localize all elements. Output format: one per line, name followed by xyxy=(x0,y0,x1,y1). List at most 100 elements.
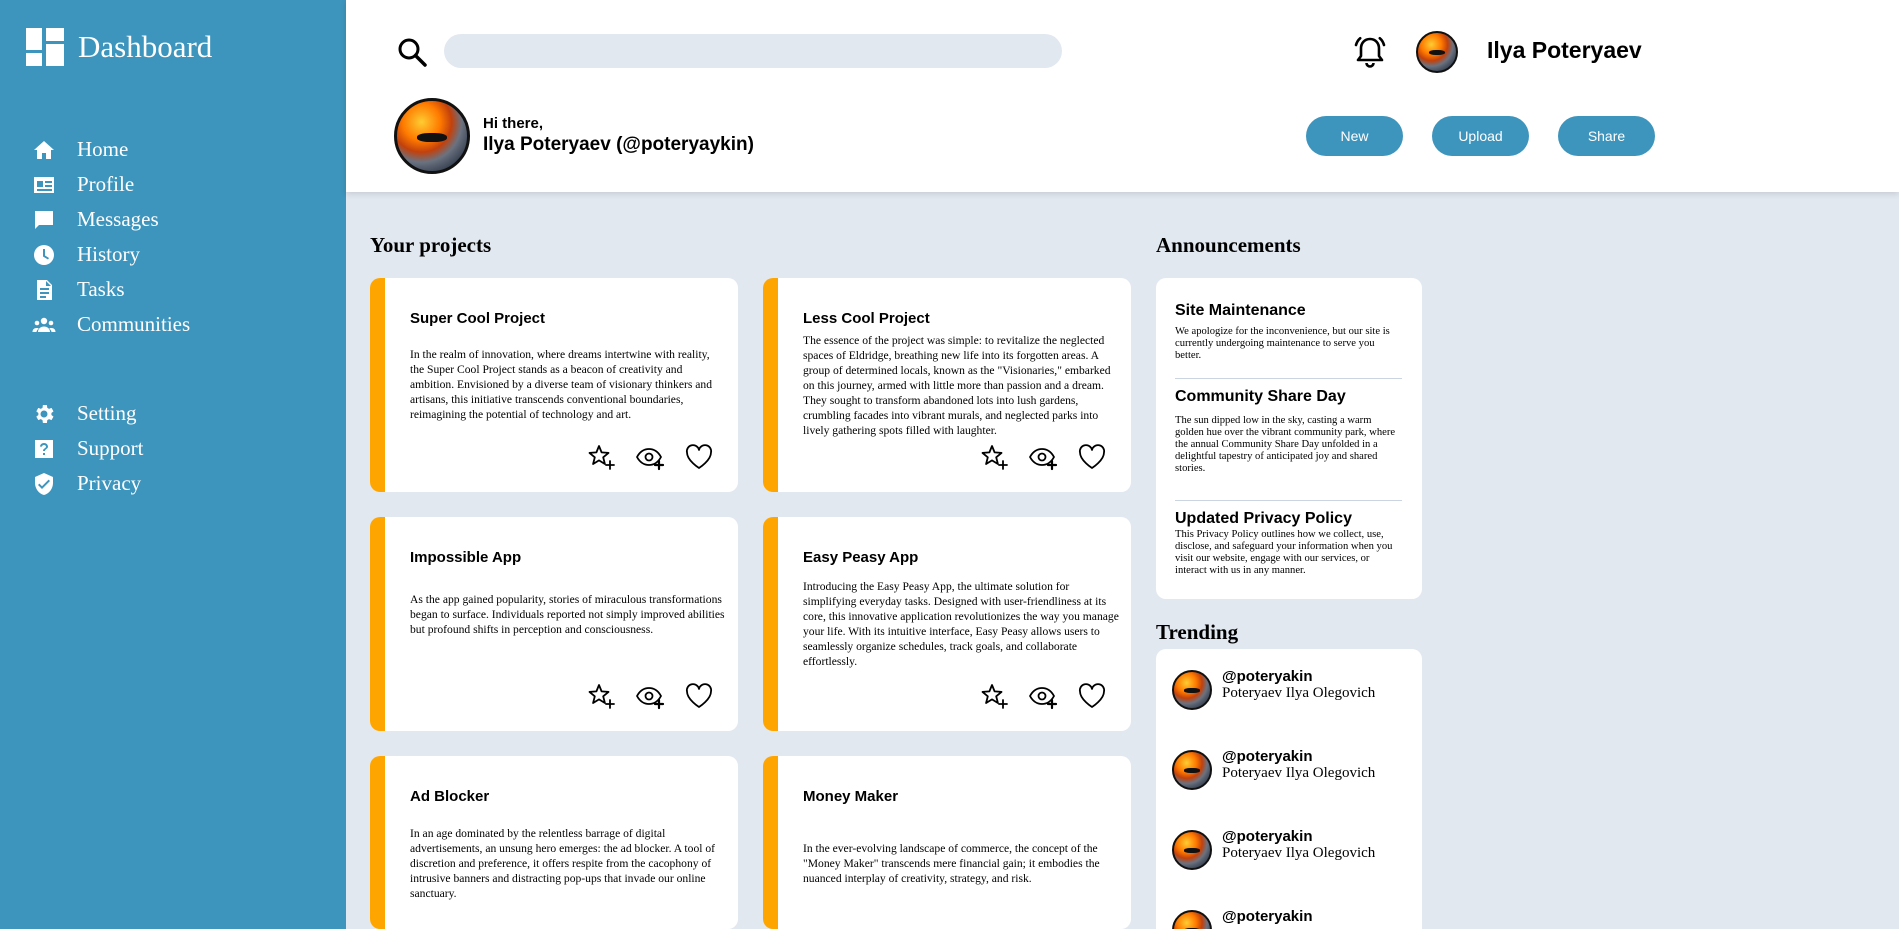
project-card[interactable]: Impossible App As the app gained popular… xyxy=(370,517,738,731)
sidebar-item-communities[interactable]: Communities xyxy=(30,307,190,342)
project-title: Ad Blocker xyxy=(410,788,490,805)
sidebar-item-support[interactable]: Support xyxy=(30,431,144,466)
eye-add-icon[interactable] xyxy=(635,681,665,711)
announcement-text: The sun dipped low in the sky, casting a… xyxy=(1175,415,1396,474)
projects-heading: Your projects xyxy=(370,233,492,257)
project-title: Less Cool Project xyxy=(803,310,930,327)
eye-add-icon[interactable] xyxy=(1028,681,1058,711)
announcement-title: Community Share Day xyxy=(1175,388,1346,405)
sidebar-item-label: Setting xyxy=(77,401,137,425)
heart-icon[interactable] xyxy=(1077,442,1107,472)
avatar[interactable] xyxy=(1416,31,1458,73)
trending-user[interactable]: @poteryakin Poteryaev Ilya Olegovich xyxy=(1172,668,1375,710)
project-description: In an age dominated by the relentless ba… xyxy=(410,827,716,900)
document-icon xyxy=(30,276,58,304)
trending-user[interactable]: @poteryakin Poteryaev Ilya Olegovich xyxy=(1172,828,1375,870)
heart-icon[interactable] xyxy=(1077,681,1107,711)
announcement-title: Site Maintenance xyxy=(1175,302,1306,319)
sidebar-item-label: Home xyxy=(77,137,129,161)
brand-title: Dashboard xyxy=(78,29,213,64)
main-nav: Home Profile Messages History Tasks Comm… xyxy=(30,132,190,342)
bell-icon[interactable] xyxy=(1351,33,1389,71)
dashboard-icon xyxy=(26,28,64,66)
shield-check-icon xyxy=(30,470,58,498)
sidebar-item-setting[interactable]: Setting xyxy=(30,396,144,431)
home-icon xyxy=(30,136,58,164)
trending-name: Poteryaev Ilya Olegovich xyxy=(1222,685,1376,701)
divider xyxy=(1175,500,1402,501)
trending-user[interactable]: @poteryakin xyxy=(1172,908,1312,929)
avatar xyxy=(1172,670,1212,710)
profile-avatar xyxy=(394,98,470,174)
share-button[interactable]: Share xyxy=(1558,116,1655,156)
avatar xyxy=(1172,830,1212,870)
star-add-icon[interactable] xyxy=(979,442,1009,472)
profile-card-icon xyxy=(30,171,58,199)
trending-panel: @poteryakin Poteryaev Ilya Olegovich @po… xyxy=(1156,649,1422,929)
avatar xyxy=(1172,910,1212,929)
project-actions xyxy=(979,681,1107,711)
project-card[interactable]: Money Maker In the ever-evolving landsca… xyxy=(763,756,1131,929)
sidebar-item-messages[interactable]: Messages xyxy=(30,202,190,237)
announcement-text: This Privacy Policy outlines how we coll… xyxy=(1175,529,1393,576)
project-card[interactable]: Easy Peasy App Introducing the Easy Peas… xyxy=(763,517,1131,731)
sidebar-item-profile[interactable]: Profile xyxy=(30,167,190,202)
sidebar-item-label: History xyxy=(77,242,140,266)
project-title: Impossible App xyxy=(410,549,522,566)
project-description: In the realm of innovation, where dreams… xyxy=(410,348,713,421)
project-description: The essence of the project was simple: t… xyxy=(803,334,1111,437)
eye-add-icon[interactable] xyxy=(635,442,665,472)
gear-icon xyxy=(30,400,58,428)
search-icon[interactable] xyxy=(396,36,428,68)
sidebar-item-label: Privacy xyxy=(77,471,142,495)
brand[interactable]: Dashboard xyxy=(26,28,212,66)
trending-user[interactable]: @poteryakin Poteryaev Ilya Olegovich xyxy=(1172,748,1375,790)
announcements-heading: Announcements xyxy=(1156,233,1301,257)
new-button[interactable]: New xyxy=(1306,116,1403,156)
project-title: Easy Peasy App xyxy=(803,549,919,566)
trending-name: Poteryaev Ilya Olegovich xyxy=(1222,845,1376,861)
announcement-title: Updated Privacy Policy xyxy=(1175,510,1352,527)
announcement-item[interactable]: Community Share Day The sun dipped low i… xyxy=(1175,388,1402,475)
message-icon xyxy=(30,206,58,234)
announcements-panel: Site Maintenance We apologize for the in… xyxy=(1156,278,1422,599)
project-description: Introducing the Easy Peasy App, the ulti… xyxy=(803,580,1119,668)
search-input[interactable] xyxy=(444,34,1062,68)
divider xyxy=(1175,378,1402,379)
heart-icon[interactable] xyxy=(684,442,714,472)
project-title: Money Maker xyxy=(803,788,899,805)
upload-button[interactable]: Upload xyxy=(1432,116,1529,156)
star-add-icon[interactable] xyxy=(586,681,616,711)
project-actions xyxy=(586,442,714,472)
trending-name: Poteryaev Ilya Olegovich xyxy=(1222,765,1376,781)
sidebar-item-label: Messages xyxy=(77,207,159,231)
header-user-name[interactable]: Ilya Poteryaev xyxy=(1487,37,1642,64)
sidebar-item-privacy[interactable]: Privacy xyxy=(30,466,144,501)
project-description: In the ever-evolving landscape of commer… xyxy=(803,842,1100,885)
star-add-icon[interactable] xyxy=(979,681,1009,711)
sidebar-item-home[interactable]: Home xyxy=(30,132,190,167)
heart-icon[interactable] xyxy=(684,681,714,711)
announcement-text: We apologize for the inconvenience, but … xyxy=(1175,326,1390,361)
announcement-item[interactable]: Site Maintenance We apologize for the in… xyxy=(1175,302,1402,362)
sidebar-item-label: Tasks xyxy=(77,277,125,301)
sidebar-item-label: Communities xyxy=(77,312,191,336)
sidebar-item-label: Support xyxy=(77,436,144,460)
top-header: Ilya Poteryaev Hi there, Ilya Poteryaev … xyxy=(346,0,1899,192)
project-title: Super Cool Project xyxy=(410,310,546,327)
project-card[interactable]: Less Cool Project The essence of the pro… xyxy=(763,278,1131,492)
clock-icon xyxy=(30,241,58,269)
sidebar-item-history[interactable]: History xyxy=(30,237,190,272)
project-card[interactable]: Ad Blocker In an age dominated by the re… xyxy=(370,756,738,929)
eye-add-icon[interactable] xyxy=(1028,442,1058,472)
star-add-icon[interactable] xyxy=(586,442,616,472)
sidebar-item-label: Profile xyxy=(77,172,135,196)
project-card[interactable]: Super Cool Project In the realm of innov… xyxy=(370,278,738,492)
project-actions xyxy=(979,442,1107,472)
trending-handle: @poteryakin xyxy=(1222,748,1313,765)
greeting-small: Hi there, xyxy=(483,115,544,132)
sidebar-item-tasks[interactable]: Tasks xyxy=(30,272,190,307)
secondary-nav: Setting Support Privacy xyxy=(30,396,144,501)
trending-handle: @poteryakin xyxy=(1222,908,1313,925)
announcement-item[interactable]: Updated Privacy Policy This Privacy Poli… xyxy=(1175,510,1402,577)
